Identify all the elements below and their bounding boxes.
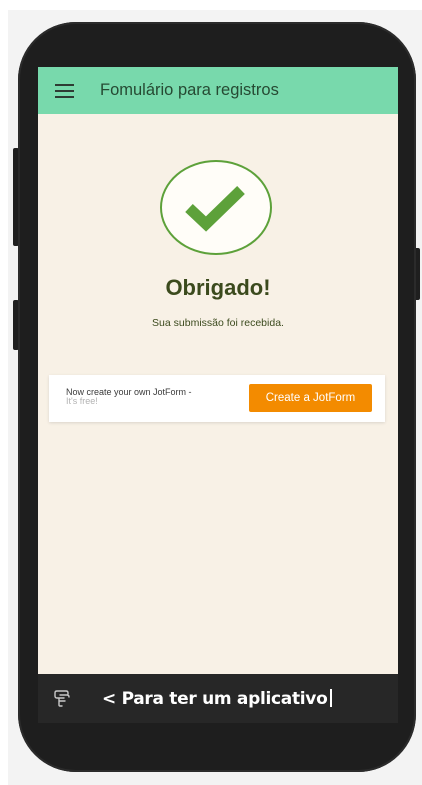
get-app-link[interactable]: < Para ter um aplicativo — [102, 689, 333, 709]
success-badge — [160, 160, 272, 255]
form-app-icon — [54, 690, 70, 707]
app-title: Fomulário para registros — [100, 81, 279, 99]
jotform-promo-card: Now create your own JotForm - It's free!… — [49, 375, 385, 422]
create-jotform-button[interactable]: Create a JotForm — [249, 384, 372, 412]
promo-text-line2: It's free! — [66, 396, 98, 406]
submission-received-message: Sua submissão foi recebida. — [152, 317, 284, 329]
checkmark-icon — [185, 186, 245, 232]
get-app-link-label: < Para ter um aplicativo — [102, 689, 328, 709]
thank-you-heading: Obrigado! — [165, 275, 271, 300]
hamburger-menu-icon[interactable] — [55, 83, 74, 98]
promo-text: Now create your own JotForm - It's free! — [66, 388, 192, 406]
text-cursor — [330, 689, 333, 707]
app-bar: Fomulário para registros — [38, 67, 398, 114]
phone-screen: Fomulário para registros Obrigado! Sua s… — [38, 67, 398, 723]
bottom-app-banner: < Para ter um aplicativo — [38, 674, 398, 723]
